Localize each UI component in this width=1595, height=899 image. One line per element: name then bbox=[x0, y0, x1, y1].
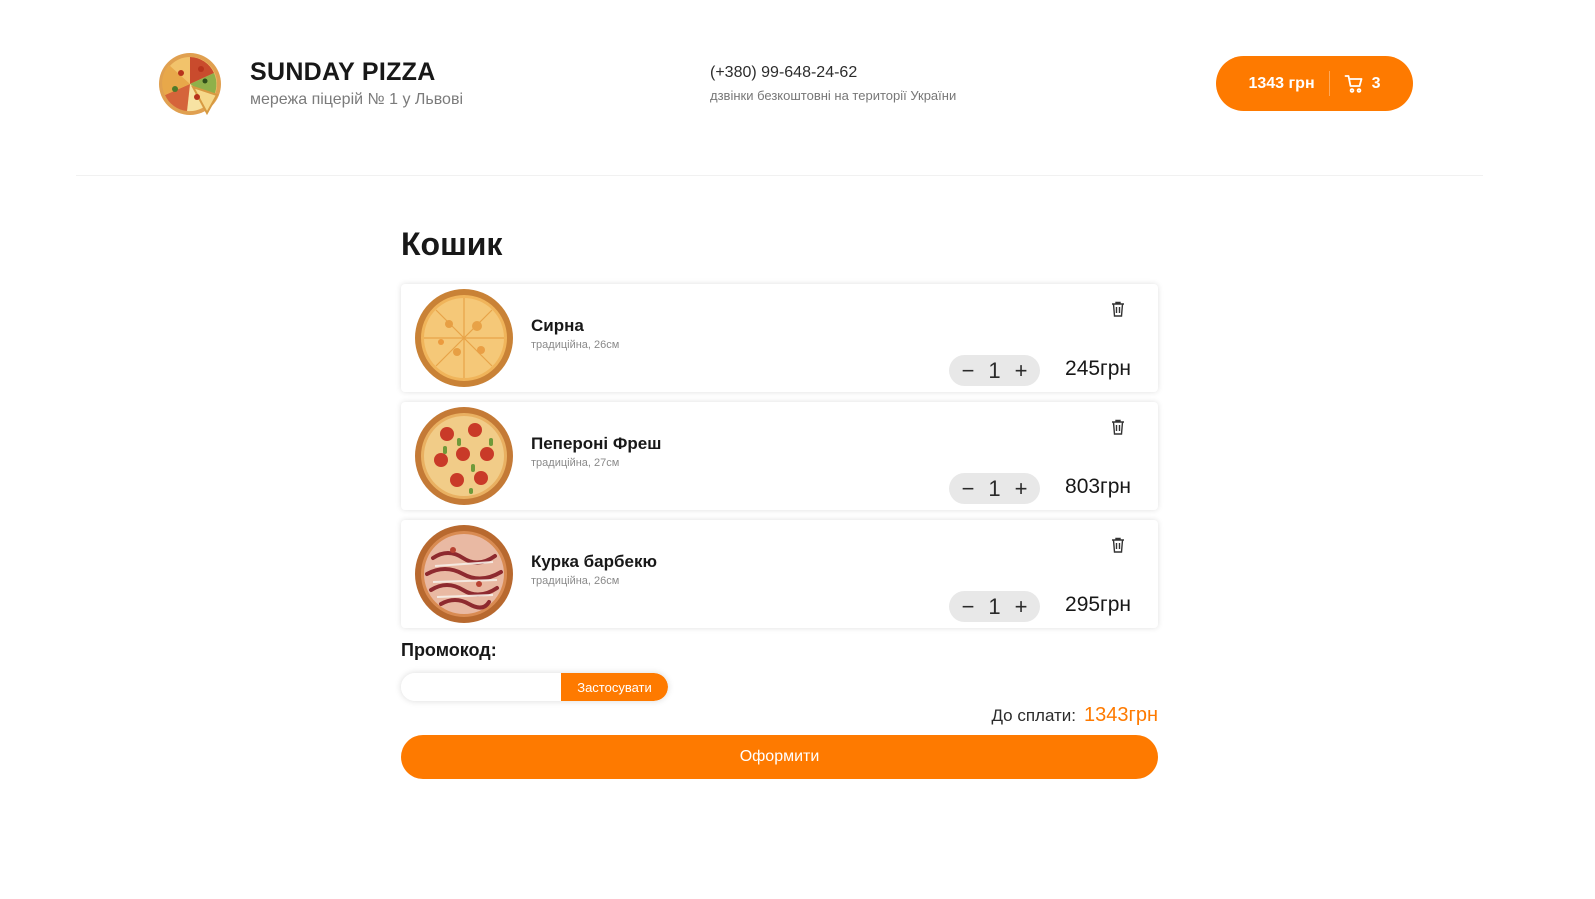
cart-count: 3 bbox=[1371, 74, 1381, 92]
item-name: Пепероні Фреш bbox=[531, 434, 662, 453]
order-total: До сплати: 1343грн bbox=[991, 704, 1158, 727]
item-name: Курка барбекю bbox=[531, 552, 657, 571]
phone-number[interactable]: (+380) 99-648-24-62 bbox=[710, 64, 857, 82]
trash-icon[interactable] bbox=[1109, 418, 1127, 436]
cart-item: Сирна традиційна, 26см − 1 + 245грн bbox=[401, 284, 1158, 392]
quantity-stepper: − 1 + bbox=[949, 355, 1040, 386]
promo-label: Промокод: bbox=[401, 640, 497, 660]
promo-input[interactable] bbox=[401, 673, 561, 701]
cheese-pizza-image bbox=[413, 286, 515, 388]
trash-icon[interactable] bbox=[1109, 300, 1127, 318]
cart-item: Пепероні Фреш традиційна, 27см − 1 + 803… bbox=[401, 402, 1158, 510]
quantity-stepper: − 1 + bbox=[949, 591, 1040, 622]
cart-icon bbox=[1344, 74, 1364, 94]
total-value: 1343грн bbox=[1084, 704, 1158, 726]
promo-apply-button[interactable]: Застосувати bbox=[561, 673, 668, 701]
total-label: До сплати: bbox=[991, 706, 1077, 725]
cart-divider bbox=[1328, 71, 1330, 96]
trash-icon[interactable] bbox=[1109, 536, 1127, 554]
brand-subtitle: мережа піцерій № 1 у Львові bbox=[250, 91, 464, 108]
item-price: 295грн bbox=[1065, 593, 1131, 616]
quantity-value: 1 bbox=[988, 593, 1001, 619]
item-name: Сирна bbox=[531, 316, 584, 335]
item-details: традиційна, 26см bbox=[531, 575, 620, 587]
page-title: Кошик bbox=[401, 226, 503, 262]
increment-button[interactable]: + bbox=[1012, 595, 1030, 617]
pepperoni-pizza-image bbox=[413, 404, 515, 506]
increment-button[interactable]: + bbox=[1012, 477, 1030, 499]
logo-pizza-icon[interactable] bbox=[157, 51, 223, 117]
phone-note: дзвінки безкоштовні на території України bbox=[710, 88, 957, 103]
header-cart-button[interactable]: 1343 грн 3 bbox=[1216, 56, 1413, 111]
increment-button[interactable]: + bbox=[1012, 359, 1030, 381]
quantity-value: 1 bbox=[988, 475, 1001, 501]
header-divider bbox=[76, 175, 1483, 176]
decrement-button[interactable]: − bbox=[959, 359, 977, 381]
site-header: SUNDAY PIZZA мережа піцерій № 1 у Львові… bbox=[0, 0, 1595, 176]
checkout-button[interactable]: Оформити bbox=[401, 735, 1158, 779]
item-price: 245грн bbox=[1065, 357, 1131, 380]
decrement-button[interactable]: − bbox=[959, 477, 977, 499]
cart-total: 1343 грн bbox=[1248, 74, 1315, 92]
item-details: традиційна, 27см bbox=[531, 457, 620, 469]
bbq-chicken-pizza-image bbox=[413, 522, 515, 624]
decrement-button[interactable]: − bbox=[959, 595, 977, 617]
quantity-stepper: − 1 + bbox=[949, 473, 1040, 504]
brand-title: SUNDAY PIZZA bbox=[250, 58, 436, 86]
item-details: традиційна, 26см bbox=[531, 339, 620, 351]
promo-form: Застосувати bbox=[401, 673, 668, 701]
cart-item: Курка барбекю традиційна, 26см − 1 + 295… bbox=[401, 520, 1158, 628]
quantity-value: 1 bbox=[988, 357, 1001, 383]
item-price: 803грн bbox=[1065, 475, 1131, 498]
